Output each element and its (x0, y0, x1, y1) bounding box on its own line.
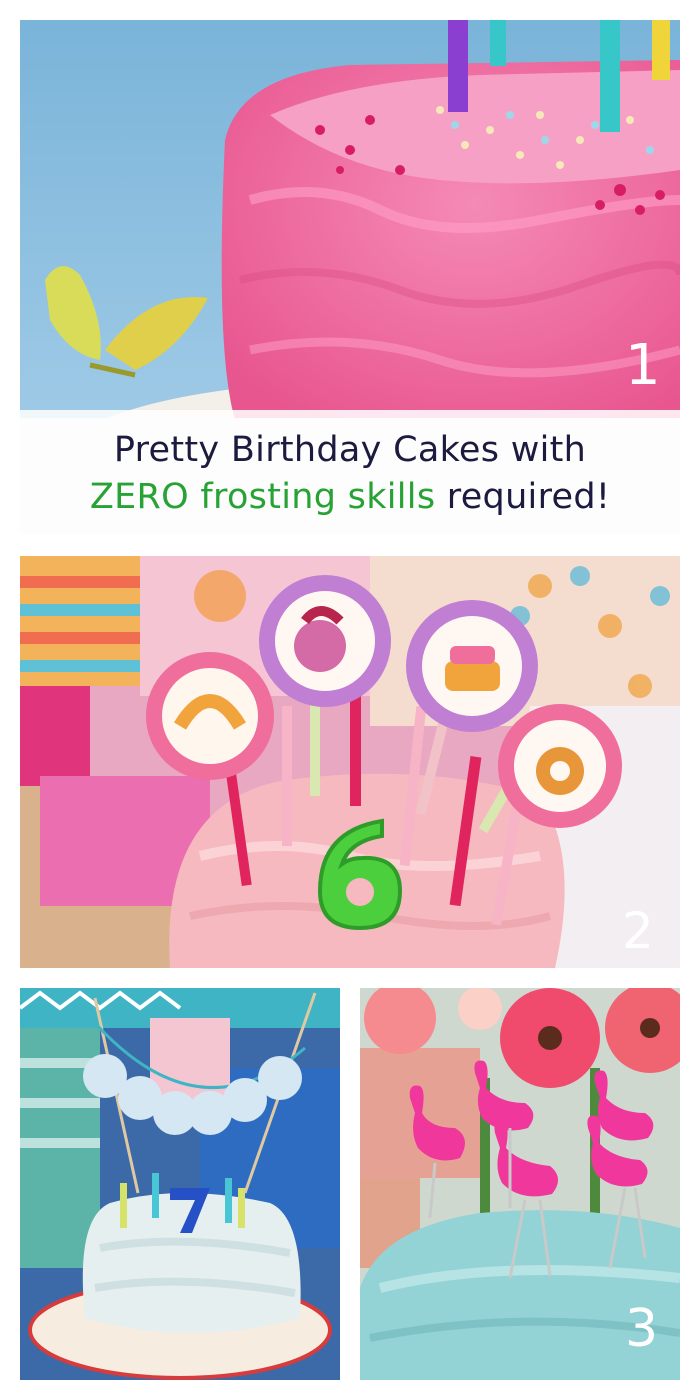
title-line-2-rest: required! (435, 477, 611, 517)
title-line-1: Pretty Birthday Cakes with (113, 430, 587, 470)
title-highlight: ZERO frosting skills (89, 477, 436, 517)
photo-number-3: 3 (625, 1299, 659, 1359)
number-seven-cake-photo (20, 988, 340, 1380)
photo-number-1: 1 (625, 333, 661, 398)
topper-cupcake-character (259, 575, 391, 707)
flamingo-cake-photo: 3 (360, 988, 680, 1380)
topper-rainbow (146, 652, 274, 780)
topper-birthday-cake (406, 600, 538, 732)
title-line-2: ZERO frosting skills required! (20, 477, 680, 517)
number-seven-cake-illustration (20, 988, 340, 1380)
photo-number-2: 2 (622, 902, 654, 960)
title-banner: Pretty Birthday Cakes with ZERO frosting… (20, 410, 680, 534)
pink-sprinkle-cake-photo: 1 Pretty Birthday Cakes with ZERO frosti… (20, 20, 680, 534)
number-six-cake-photo: 2 (20, 556, 680, 968)
number-six-cake-illustration (20, 556, 680, 968)
purple-candle (448, 20, 468, 112)
topper-donut-ring (498, 704, 622, 828)
